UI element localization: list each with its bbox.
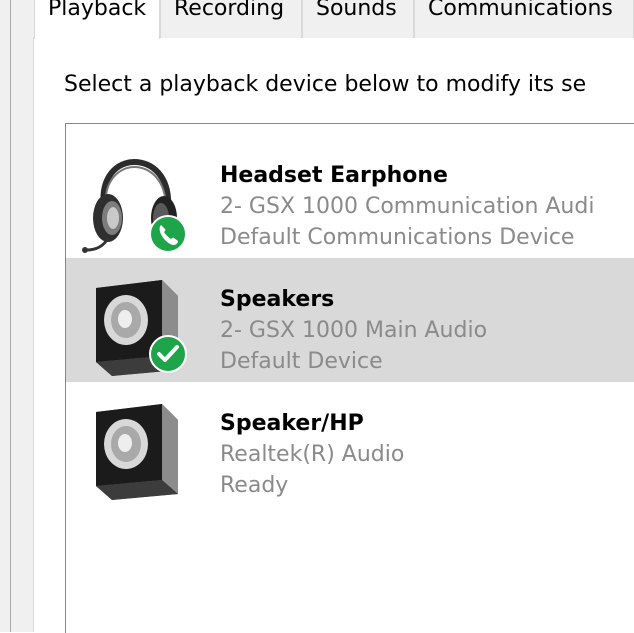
device-description: 2- GSX 1000 Main Audio [220, 318, 488, 343]
playback-device-list[interactable]: Headset Earphone 2- GSX 1000 Communicati… [65, 123, 634, 633]
tab-recording[interactable]: Recording [160, 0, 302, 38]
phone-badge-icon [149, 215, 187, 253]
tab-communications-label: Communications [428, 0, 613, 21]
device-status: Ready [220, 473, 289, 498]
tab-sounds-label: Sounds [316, 0, 397, 21]
window-left-border [0, 0, 11, 632]
device-name: Headset Earphone [220, 163, 448, 188]
device-description: 2- GSX 1000 Communication Audi [220, 194, 595, 219]
device-name: Speaker/HP [220, 411, 364, 436]
device-status: Default Communications Device [220, 225, 575, 250]
instruction-text: Select a playback device below to modify… [64, 72, 587, 97]
device-name: Speakers [220, 287, 335, 312]
device-text-speaker-hp: Speaker/HP Realtek(R) Audio Ready [220, 408, 404, 501]
device-text-headset-earphone: Headset Earphone 2- GSX 1000 Communicati… [220, 160, 594, 253]
device-row-speakers[interactable]: Speakers 2- GSX 1000 Main Audio Default … [66, 258, 634, 382]
tab-communications[interactable]: Communications [414, 0, 634, 38]
device-row-headset-earphone[interactable]: Headset Earphone 2- GSX 1000 Communicati… [66, 134, 634, 258]
device-status: Default Device [220, 349, 383, 374]
tab-sounds[interactable]: Sounds [302, 0, 414, 38]
tab-playback-label: Playback [48, 0, 147, 21]
device-description: Realtek(R) Audio [220, 442, 405, 467]
tab-recording-label: Recording [174, 0, 285, 21]
device-row-speaker-hp[interactable]: Speaker/HP Realtek(R) Audio Ready [66, 382, 634, 506]
tab-playback[interactable]: Playback [34, 0, 160, 39]
green-check-badge-icon [149, 335, 187, 373]
speaker-icon [96, 404, 178, 500]
device-text-speakers: Speakers 2- GSX 1000 Main Audio Default … [220, 284, 487, 377]
